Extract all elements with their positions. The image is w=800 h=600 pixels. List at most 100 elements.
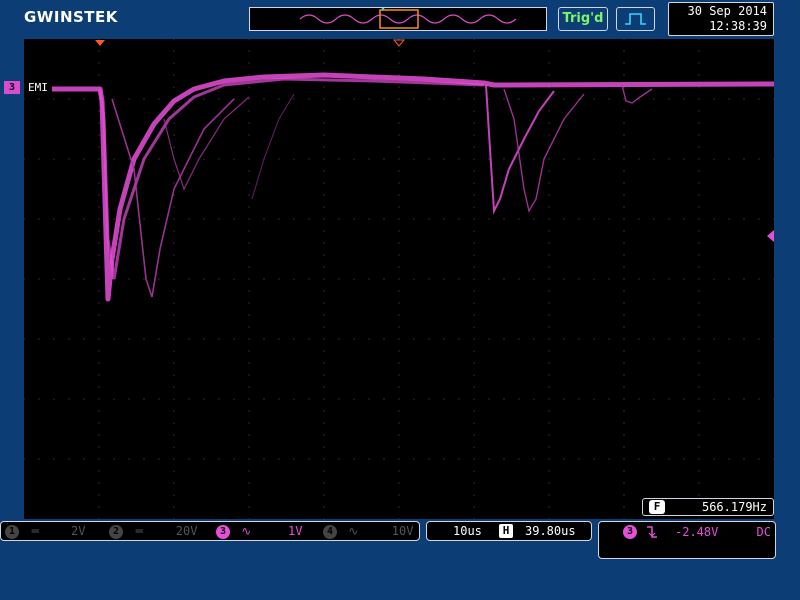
grid-dot (323, 374, 325, 376)
grid-dot (233, 338, 235, 340)
grid-dot (428, 98, 430, 100)
grid-dot (548, 134, 550, 136)
ac-coupling-icon: ∿ (241, 524, 252, 538)
ch3-ground-marker[interactable]: 3 (4, 81, 20, 94)
grid-dot (383, 398, 385, 400)
ch1-status[interactable]: 1 ═ 2V (5, 523, 85, 539)
timebase-status[interactable]: 10us H 39.80us (426, 521, 592, 541)
grid-dot (248, 386, 250, 388)
grid-dot (548, 494, 550, 496)
grid-dot (698, 422, 700, 424)
dc-coupling-icon: ═ (31, 524, 39, 538)
grid-dot (488, 398, 490, 400)
grid-dot (353, 458, 355, 460)
ch2-status[interactable]: 2 ═ 20V (109, 523, 197, 539)
grid-dot (413, 158, 415, 160)
grid-dot (503, 398, 505, 400)
grid-dot (683, 278, 685, 280)
grid-dot (503, 98, 505, 100)
grid-dot (278, 158, 280, 160)
ch3-notch-2 (503, 88, 585, 213)
grid-dot (233, 398, 235, 400)
grid-dot (623, 194, 625, 196)
grid-dot (83, 98, 85, 100)
grid-dot (623, 158, 625, 160)
ch4-scale: 10V (391, 524, 414, 538)
frequency-icon: F (649, 500, 665, 514)
grid-dot (323, 506, 325, 508)
grid-dot (173, 266, 175, 268)
grid-dot (248, 74, 250, 76)
grid-dot (248, 194, 250, 196)
memory-preview-bar[interactable] (249, 7, 547, 31)
grid-dot (323, 182, 325, 184)
grid-dot (578, 458, 580, 460)
grid-dot (428, 158, 430, 160)
grid-dot (728, 338, 730, 340)
grid-dot (98, 74, 100, 76)
grid-dot (23, 98, 25, 100)
grid-dot (548, 362, 550, 364)
grid-dot (623, 362, 625, 364)
preview-window[interactable] (379, 9, 419, 29)
ch3-status[interactable]: 3 ∿ 1V (216, 523, 302, 539)
brand-name: GWINSTEK (24, 8, 118, 26)
grid-dot (173, 410, 175, 412)
ch4-status[interactable]: 4 ∿ 10V (323, 523, 413, 539)
grid-dot (368, 338, 370, 340)
grid-dot (188, 398, 190, 400)
grid-dot (98, 170, 100, 172)
trigger-status-panel[interactable]: 3 -2.48V DC (598, 521, 776, 559)
grid-dot (443, 458, 445, 460)
grid-dot (398, 470, 400, 472)
grid-dot (653, 278, 655, 280)
timebase-delay: 39.80us (525, 524, 576, 538)
grid-dot (413, 398, 415, 400)
grid-dot (68, 98, 70, 100)
grid-dot (218, 398, 220, 400)
grid-dot (23, 338, 25, 340)
acquire-mode-icon[interactable] (616, 7, 655, 31)
grid-dot (518, 338, 520, 340)
grid-dot (683, 98, 685, 100)
grid-dot (383, 278, 385, 280)
grid-dot (698, 362, 700, 364)
ac-coupling-icon: ∿ (348, 524, 359, 538)
grid-dot (623, 122, 625, 124)
grid-dot (53, 98, 55, 100)
grid-dot (623, 434, 625, 436)
grid-dot (173, 350, 175, 352)
grid-dot (353, 158, 355, 160)
grid-dot (173, 146, 175, 148)
grid-dot (368, 278, 370, 280)
grid-dot (668, 98, 670, 100)
grid-dot (623, 170, 625, 172)
waveform-display[interactable] (23, 38, 775, 520)
grid-dot (218, 218, 220, 220)
grid-dot (623, 518, 625, 520)
grid-dot (548, 254, 550, 256)
grid-dot (473, 506, 475, 508)
grid-dot (593, 458, 595, 460)
ch3-main-trace (52, 72, 775, 302)
grid-dot (248, 110, 250, 112)
grid-dot (308, 398, 310, 400)
grid-dot (38, 218, 40, 220)
grid-dot (263, 98, 265, 100)
grid-dot (623, 50, 625, 52)
grid-dot (713, 458, 715, 460)
grid-dot (608, 98, 610, 100)
grid-dot (548, 242, 550, 244)
grid-dot (713, 158, 715, 160)
grid-dot (623, 398, 625, 400)
grid-dot (488, 278, 490, 280)
grid-dot (398, 302, 400, 304)
grid-dot (773, 218, 775, 220)
grid-dot (68, 158, 70, 160)
grid-dot (338, 338, 340, 340)
grid-dot (398, 278, 400, 280)
grid-dot (548, 194, 550, 196)
grid-dot (473, 170, 475, 172)
grid-dot (248, 62, 250, 64)
grid-dot (173, 314, 175, 316)
